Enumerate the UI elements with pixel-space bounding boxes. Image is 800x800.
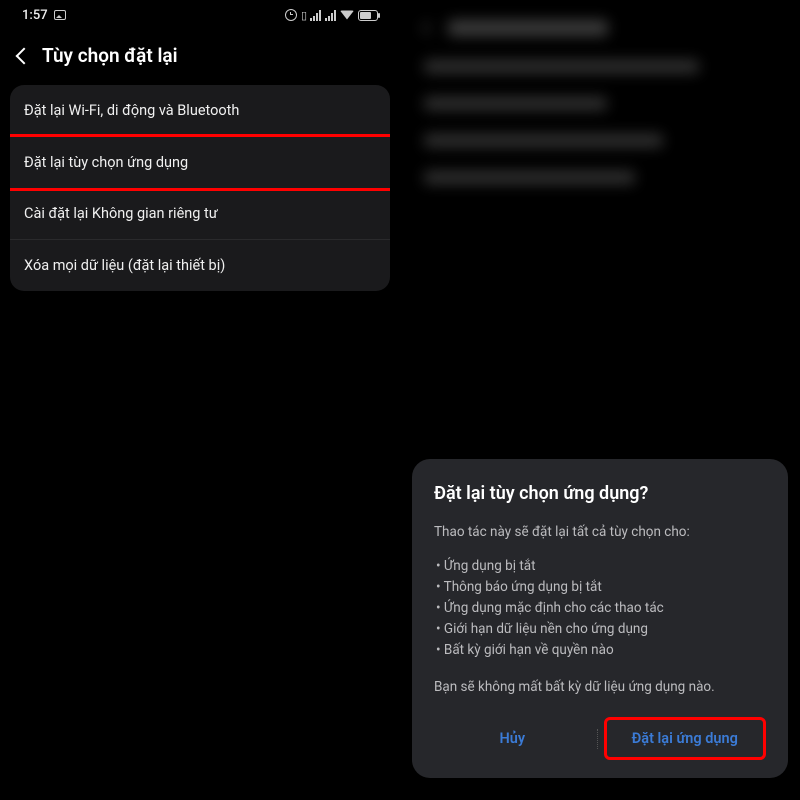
- reset-options-card: Đặt lại Wi-Fi, di động và Bluetooth Đặt …: [10, 85, 390, 291]
- back-icon[interactable]: [16, 47, 33, 64]
- reset-private-space-label: Cài đặt lại Không gian riêng tư: [24, 205, 218, 222]
- dialog-bullet: Bất kỳ giới hạn về quyền nào: [434, 640, 766, 661]
- reset-wifi-label: Đặt lại Wi-Fi, di động và Bluetooth: [24, 102, 239, 119]
- dialog-actions: Hủy Đặt lại ứng dụng: [434, 711, 766, 768]
- blurred-background: [400, 0, 800, 228]
- reset-app-prefs-item[interactable]: Đặt lại tùy chọn ứng dụng: [10, 134, 390, 191]
- status-left: 1:57: [22, 8, 66, 23]
- signal-icon: [310, 10, 321, 21]
- signal-icon-2: [325, 10, 336, 21]
- left-screenshot: 1:57 ▯ Tùy chọn đặt lại Đặt lại Wi-Fi, d…: [0, 0, 400, 800]
- erase-all-data-label: Xóa mọi dữ liệu (đặt lại thiết bị): [24, 257, 225, 274]
- erase-all-data-item[interactable]: Xóa mọi dữ liệu (đặt lại thiết bị): [10, 240, 390, 291]
- vibrate-icon: ▯: [301, 9, 306, 22]
- dialog-note: Bạn sẽ không mất bất kỳ dữ liệu ứng dụng…: [434, 677, 766, 697]
- dialog-lead: Thao tác này sẽ đặt lại tất cả tùy chọn …: [434, 522, 766, 542]
- reset-app-prefs-dialog: Đặt lại tùy chọn ứng dụng? Thao tác này …: [412, 459, 788, 778]
- alarm-icon: [285, 9, 297, 21]
- reset-app-prefs-label: Đặt lại tùy chọn ứng dụng: [24, 154, 188, 171]
- dialog-bullet: Ứng dụng bị tắt: [434, 556, 766, 577]
- status-bar: 1:57 ▯: [0, 0, 400, 30]
- dialog-bullet-list: Ứng dụng bị tắt Thông báo ứng dụng bị tắ…: [434, 556, 766, 661]
- reset-private-space-item[interactable]: Cài đặt lại Không gian riêng tư: [10, 188, 390, 240]
- page-title: Tùy chọn đặt lại: [42, 44, 178, 67]
- dialog-bullet: Giới hạn dữ liệu nền cho ứng dụng: [434, 619, 766, 640]
- cancel-button[interactable]: Hủy: [434, 720, 591, 757]
- dialog-title: Đặt lại tùy chọn ứng dụng?: [434, 483, 766, 504]
- dialog-bullet: Thông báo ứng dụng bị tắt: [434, 577, 766, 598]
- wifi-icon: [340, 11, 354, 20]
- status-time: 1:57: [22, 8, 48, 23]
- status-right: ▯: [285, 9, 378, 22]
- right-screenshot: Đặt lại tùy chọn ứng dụng? Thao tác này …: [400, 0, 800, 800]
- battery-icon: [358, 10, 378, 21]
- page-header: Tùy chọn đặt lại: [0, 30, 400, 85]
- confirm-reset-button[interactable]: Đặt lại ứng dụng: [604, 717, 767, 760]
- reset-wifi-item[interactable]: Đặt lại Wi-Fi, di động và Bluetooth: [10, 85, 390, 137]
- action-divider: [597, 729, 598, 749]
- dialog-bullet: Ứng dụng mặc định cho các thao tác: [434, 598, 766, 619]
- screenshot-icon: [54, 10, 66, 20]
